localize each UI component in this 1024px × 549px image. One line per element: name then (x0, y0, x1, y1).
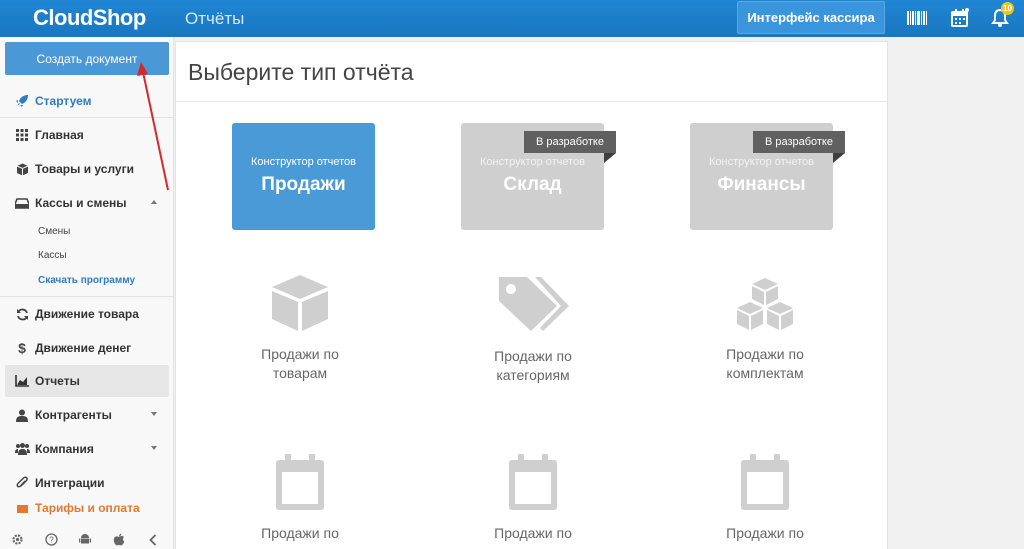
sidebar-item-getting-started[interactable]: Стартуем (5, 85, 169, 117)
sidebar-item-label: Кассы и смены (35, 196, 127, 210)
report-label: Продажи по (494, 348, 572, 364)
help-icon[interactable]: ? (34, 533, 68, 546)
apple-icon[interactable] (102, 533, 136, 546)
sidebar-item-company[interactable]: Компания (5, 433, 169, 465)
notification-badge: 10 (1001, 2, 1014, 15)
calendar-icon (210, 452, 390, 512)
report-label: комплектам (726, 365, 804, 381)
chevron-down-icon[interactable] (151, 446, 157, 450)
cash-drawer-icon (5, 197, 35, 209)
in-development-ribbon: В разработке (752, 131, 846, 163)
report-label: Продажи по (261, 525, 339, 541)
sidebar-item-label: Компания (35, 442, 94, 456)
tags-icon (443, 273, 623, 335)
sidebar-item-label: Движение товара (35, 307, 139, 321)
dollar-icon: $ (18, 340, 26, 356)
sidebar-item-integrations[interactable]: Интеграции (5, 467, 169, 499)
calendar-icon[interactable] (949, 7, 971, 29)
chevron-up-icon[interactable] (151, 200, 157, 204)
report-label: Продажи по (261, 346, 339, 362)
divider (0, 296, 174, 297)
report-label: товарам (272, 365, 328, 381)
report-type-panel: Выберите тип отчёта Конструктор отчетов … (175, 41, 888, 549)
sidebar-item-label: Стартуем (35, 94, 92, 108)
report-sales-by-products[interactable]: Продажи по товарам (210, 273, 390, 383)
android-icon[interactable] (68, 533, 102, 546)
rocket-icon (5, 94, 35, 108)
sidebar: Создать документ Стартуем Главная Товары… (0, 37, 174, 549)
users-icon (5, 443, 35, 455)
sidebar-item-home[interactable]: Главная (5, 119, 169, 151)
in-development-ribbon: В разработке (523, 131, 617, 163)
sidebar-item-reports[interactable]: Отчеты (5, 365, 169, 397)
collapse-icon[interactable] (136, 533, 170, 546)
report-sales-by-period-2[interactable]: Продажи по (443, 452, 623, 543)
report-builder-warehouse-tile[interactable]: В разработке Конструктор отчетов Склад (461, 123, 617, 230)
chevron-down-icon[interactable] (151, 412, 157, 416)
calendar-icon (675, 452, 855, 512)
sidebar-item-products[interactable]: Товары и услуги (5, 153, 169, 185)
top-bar: CloudShop Отчёты Интерфейс кассира 10 (0, 0, 1024, 37)
download-app-link[interactable]: Скачать программу (38, 275, 135, 286)
cube-icon (210, 273, 390, 333)
report-label: Продажи по (494, 525, 572, 541)
sidebar-item-money-movement[interactable]: $ Движение денег (5, 332, 169, 364)
report-builder-sales-tile[interactable]: Конструктор отчетов Продажи (232, 123, 375, 230)
sidebar-item-label: Движение денег (35, 341, 132, 355)
sidebar-item-label: Контрагенты (35, 408, 112, 422)
report-sales-by-period[interactable]: Продажи по (210, 452, 390, 543)
grid-icon (5, 129, 35, 141)
sidebar-item-label: Тарифы и оплата (35, 501, 140, 515)
sidebar-item-label: Интеграции (35, 476, 105, 490)
barcode-icon[interactable] (906, 7, 928, 29)
cashier-interface-button[interactable]: Интерфейс кассира (737, 1, 885, 34)
tile-title: Продажи (261, 173, 346, 195)
report-sales-by-categories[interactable]: Продажи по категориям (443, 273, 623, 385)
report-label: Продажи по (726, 525, 804, 541)
sidebar-subitem-shifts[interactable]: Смены (38, 226, 70, 237)
sidebar-item-label: Товары и услуги (35, 162, 134, 176)
report-builder-finance-tile[interactable]: В разработке Конструктор отчетов Финансы (690, 123, 846, 230)
calendar-icon (443, 452, 623, 512)
tile-title: Финансы (717, 173, 806, 195)
sidebar-item-label: Отчеты (35, 374, 80, 388)
sidebar-item-registers[interactable]: Кассы и смены (5, 187, 169, 219)
svg-text:?: ? (49, 536, 54, 545)
cubes-icon (675, 276, 855, 333)
chart-icon (5, 375, 35, 387)
tile-title: Склад (503, 173, 562, 195)
settings-icon[interactable] (0, 533, 34, 546)
tile-subtitle: Конструктор отчетов (708, 155, 815, 168)
report-label: категориям (496, 367, 570, 383)
report-label: Продажи по (726, 346, 804, 362)
gift-icon (5, 501, 35, 514)
user-icon (5, 409, 35, 422)
page-title: Отчёты (185, 9, 245, 28)
logo[interactable]: CloudShop (33, 5, 146, 31)
divider (0, 117, 174, 118)
sidebar-item-label: Главная (35, 128, 84, 142)
sidebar-item-tariffs[interactable]: Тарифы и оплата (5, 501, 169, 515)
tile-subtitle: Конструктор отчетов (250, 155, 357, 168)
paperclip-icon (5, 476, 35, 490)
tile-subtitle: Конструктор отчетов (479, 155, 586, 168)
divider (176, 101, 887, 102)
box-icon (5, 163, 35, 176)
refresh-icon (5, 308, 35, 321)
sidebar-item-stock-movement[interactable]: Движение товара (5, 298, 169, 330)
sidebar-subitem-registers[interactable]: Кассы (38, 250, 67, 261)
create-document-button[interactable]: Создать документ (5, 42, 169, 75)
sidebar-footer: ? (0, 530, 174, 549)
page-heading: Выберите тип отчёта (188, 59, 414, 85)
report-sales-by-period-3[interactable]: Продажи по (675, 452, 855, 543)
report-sales-by-bundles[interactable]: Продажи по комплектам (675, 276, 855, 383)
sidebar-item-contractors[interactable]: Контрагенты (5, 399, 169, 431)
